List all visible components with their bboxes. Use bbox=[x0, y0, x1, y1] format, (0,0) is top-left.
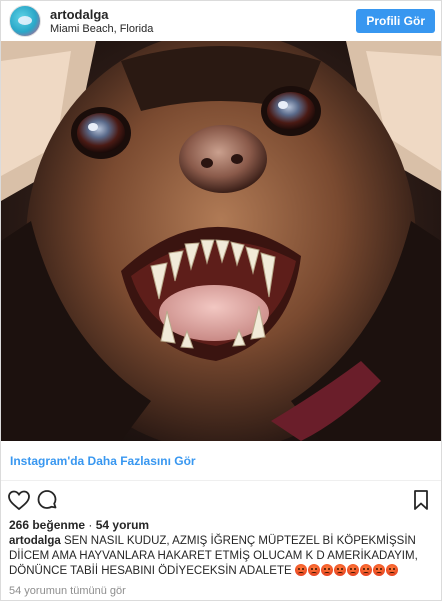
likes-count[interactable]: 266 beğenme bbox=[9, 518, 85, 532]
view-more-bar: Instagram'da Daha Fazlasını Gör bbox=[1, 441, 441, 481]
angry-face-emoji bbox=[346, 564, 359, 576]
emoji-row bbox=[294, 564, 399, 577]
post-header: artodalga Miami Beach, Florida Profili G… bbox=[1, 1, 441, 41]
speech-bubble-icon[interactable] bbox=[35, 488, 59, 512]
user-info: artodalga Miami Beach, Florida bbox=[50, 7, 153, 36]
post-photo[interactable] bbox=[1, 41, 441, 441]
user-avatar[interactable] bbox=[9, 5, 41, 37]
angry-face-emoji bbox=[372, 564, 385, 576]
heart-outline-icon[interactable] bbox=[7, 488, 31, 512]
post-caption: artodalga SEN NASIL KUDUZ, AZMIŞ İĞRENÇ … bbox=[9, 534, 437, 579]
angry-face-emoji bbox=[307, 564, 320, 576]
post-stats: 266 beğenme · 54 yorum bbox=[9, 518, 149, 532]
comments-count[interactable]: 54 yorum bbox=[96, 518, 149, 532]
stats-separator: · bbox=[88, 518, 93, 532]
angry-face-emoji bbox=[294, 564, 307, 576]
location-link[interactable]: Miami Beach, Florida bbox=[50, 23, 153, 36]
angry-face-emoji bbox=[359, 564, 372, 576]
view-more-on-instagram-link[interactable]: Instagram'da Daha Fazlasını Gör bbox=[10, 454, 196, 468]
username-link[interactable]: artodalga bbox=[50, 7, 153, 22]
bookmark-icon[interactable] bbox=[409, 488, 433, 512]
dog-photo-image bbox=[1, 41, 441, 441]
angry-face-emoji bbox=[333, 564, 346, 576]
post-actions bbox=[1, 481, 441, 517]
view-all-comments-link[interactable]: 54 yorumun tümünü gör bbox=[9, 585, 126, 597]
view-profile-button[interactable]: Profili Gör bbox=[356, 9, 435, 33]
caption-username[interactable]: artodalga bbox=[9, 535, 61, 547]
angry-face-emoji bbox=[385, 564, 398, 576]
angry-face-emoji bbox=[320, 564, 333, 576]
instagram-embed-card: artodalga Miami Beach, Florida Profili G… bbox=[0, 0, 442, 601]
